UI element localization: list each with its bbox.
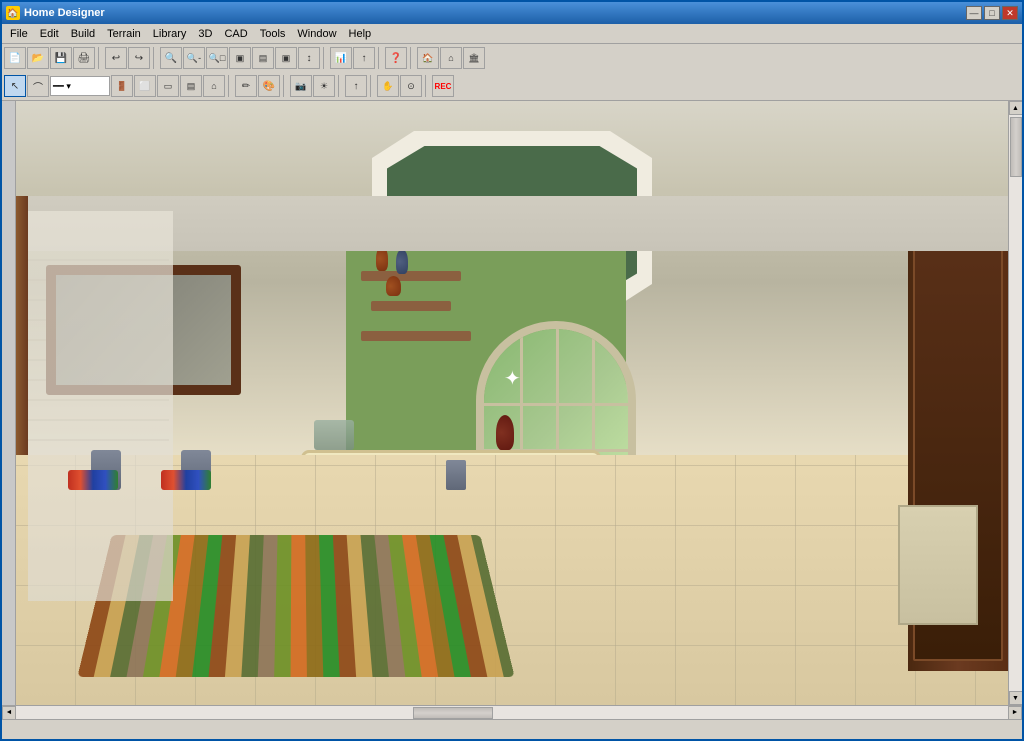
horizontal-scrollbar: ◄ ► <box>2 705 1022 719</box>
zoom-in-button[interactable]: 🔍 <box>160 47 182 69</box>
separator-2 <box>153 47 157 69</box>
menu-window[interactable]: Window <box>291 26 342 42</box>
sun-button[interactable]: ☀ <box>313 75 335 97</box>
bathtub-faucet <box>446 460 466 490</box>
title-bar-buttons: — □ ✕ <box>966 6 1018 20</box>
group-button[interactable]: ▣ <box>275 47 297 69</box>
maximize-button[interactable]: □ <box>984 6 1000 20</box>
menu-build[interactable]: Build <box>65 26 101 42</box>
wall-star-decoration: ✦ <box>504 366 521 391</box>
scroll-down-button[interactable]: ▼ <box>1009 691 1023 705</box>
canvas-area[interactable]: ✦ <box>16 101 1008 705</box>
redo-button[interactable]: ↪ <box>128 47 150 69</box>
decorative-towel-2 <box>161 470 211 490</box>
toolbar-row-2: ↖ ⌒ ━━ ▾ 🚪 ⬜ ▭ ▤ ⌂ ✏ 🎨 📷 ☀ ↑ ✋ ⊙ REC <box>2 72 1022 100</box>
main-content: ✦ <box>2 101 1022 705</box>
decorative-towel <box>68 470 118 490</box>
toolbars: 📄 📂 💾 🖨 ↩ ↪ 🔍 🔍- 🔍□ ▣ ▤ ▣ ↕ 📊 ↑ ❓ 🏠 ⌂ 🏛 <box>2 44 1022 101</box>
toolbar-row-1: 📄 📂 💾 🖨 ↩ ↪ 🔍 🔍- 🔍□ ▣ ▤ ▣ ↕ 📊 ↑ ❓ 🏠 ⌂ 🏛 <box>2 44 1022 72</box>
menu-edit[interactable]: Edit <box>34 26 65 42</box>
close-button[interactable]: ✕ <box>1002 6 1018 20</box>
save-button[interactable]: 💾 <box>50 47 72 69</box>
stairs-button[interactable]: ▤ <box>180 75 202 97</box>
open-button[interactable]: 📂 <box>27 47 49 69</box>
white-brick-wall <box>28 211 173 601</box>
scroll-thumb-bottom[interactable] <box>413 707 493 719</box>
menu-file[interactable]: File <box>4 26 34 42</box>
roof-button[interactable]: ⌂ <box>203 75 225 97</box>
window-frame: 🏠 Home Designer — □ ✕ File Edit Build Te… <box>0 0 1024 741</box>
app-icon: 🏠 <box>6 6 20 20</box>
door-button[interactable]: 🚪 <box>111 75 133 97</box>
pencil-button[interactable]: ✏ <box>235 75 257 97</box>
zoom-fit-button[interactable]: 🔍□ <box>206 47 228 69</box>
arc-tool[interactable]: ⌒ <box>27 75 49 97</box>
menu-library[interactable]: Library <box>147 26 193 42</box>
wall-style-dropdown[interactable]: ━━ ▾ <box>50 76 110 96</box>
menu-bar: File Edit Build Terrain Library 3D CAD T… <box>2 24 1022 44</box>
scroll-thumb-right[interactable] <box>1010 117 1022 177</box>
menu-terrain[interactable]: Terrain <box>101 26 147 42</box>
rotate-button[interactable]: ↑ <box>345 75 367 97</box>
ceiling <box>28 196 1008 251</box>
scrollbar-right: ▲ ▼ <box>1008 101 1022 705</box>
shelf-1 <box>361 271 461 281</box>
scroll-track-right[interactable] <box>1009 115 1022 691</box>
camera-button[interactable]: 📷 <box>290 75 312 97</box>
scroll-up-button[interactable]: ▲ <box>1009 101 1023 115</box>
title-bar: 🏠 Home Designer — □ ✕ <box>2 2 1022 24</box>
arrow-up-button[interactable]: ↑ <box>353 47 375 69</box>
status-bar <box>2 719 1022 739</box>
shelf-vase-3 <box>386 276 401 296</box>
menu-tools[interactable]: Tools <box>254 26 292 42</box>
separator-5 <box>410 47 414 69</box>
help-button[interactable]: ❓ <box>385 47 407 69</box>
separator-10 <box>425 75 429 97</box>
paint-button[interactable]: 🎨 <box>258 75 280 97</box>
separator-8 <box>338 75 342 97</box>
elevation-button[interactable]: 🏛 <box>463 47 485 69</box>
bathtub-vase <box>496 415 514 450</box>
orbit-button[interactable]: ⊙ <box>400 75 422 97</box>
separator-6 <box>228 75 232 97</box>
view3d-button[interactable]: 🏠 <box>417 47 439 69</box>
menu-cad[interactable]: CAD <box>218 26 253 42</box>
select-tool[interactable]: ↖ <box>4 75 26 97</box>
window-title: Home Designer <box>24 7 105 19</box>
title-bar-left: 🏠 Home Designer <box>6 6 105 20</box>
room-scene: ✦ <box>16 101 1008 705</box>
flip-button[interactable]: ↕ <box>298 47 320 69</box>
scroll-left-button[interactable]: ◄ <box>2 706 16 720</box>
window-button[interactable]: ⬜ <box>134 75 156 97</box>
towels-stack <box>314 420 354 450</box>
hand-button[interactable]: ✋ <box>377 75 399 97</box>
room-button[interactable]: ▭ <box>157 75 179 97</box>
shelf-2 <box>371 301 451 311</box>
shelf-vase-2 <box>396 249 408 274</box>
chart-button[interactable]: 📊 <box>330 47 352 69</box>
floorplan-button[interactable]: ⌂ <box>440 47 462 69</box>
record-button[interactable]: REC <box>432 75 454 97</box>
menu-3d[interactable]: 3D <box>192 26 218 42</box>
undo-button[interactable]: ↩ <box>105 47 127 69</box>
select-button[interactable]: ▤ <box>252 47 274 69</box>
scroll-track-bottom[interactable] <box>16 706 1008 719</box>
scroll-right-button[interactable]: ► <box>1008 706 1022 720</box>
shelf-3 <box>361 331 471 341</box>
shower-area <box>898 505 978 625</box>
minimize-button[interactable]: — <box>966 6 982 20</box>
new-button[interactable]: 📄 <box>4 47 26 69</box>
zoom-out-button[interactable]: 🔍- <box>183 47 205 69</box>
select-all-button[interactable]: ▣ <box>229 47 251 69</box>
ruler-left <box>2 101 16 705</box>
menu-help[interactable]: Help <box>343 26 378 42</box>
separator-4 <box>378 47 382 69</box>
print-button[interactable]: 🖨 <box>73 47 95 69</box>
separator-3 <box>323 47 327 69</box>
separator-9 <box>370 75 374 97</box>
separator-1 <box>98 47 102 69</box>
separator-7 <box>283 75 287 97</box>
